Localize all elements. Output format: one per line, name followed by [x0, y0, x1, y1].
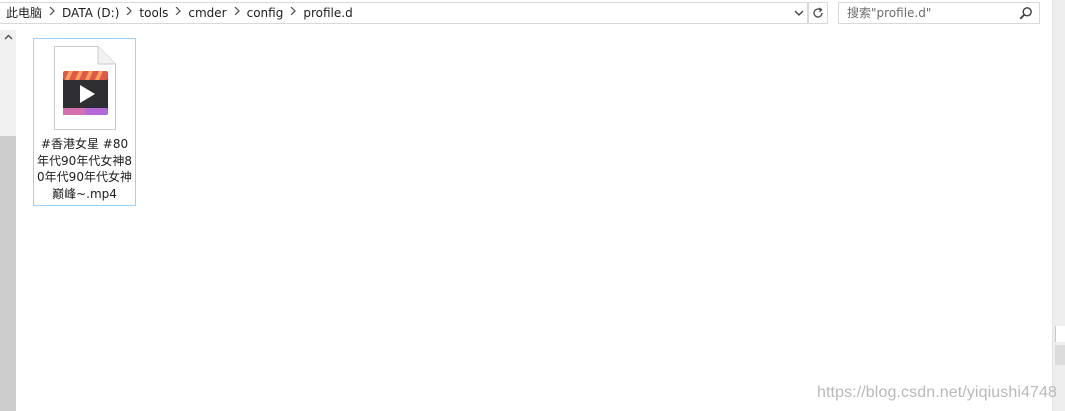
breadcrumb-item-cmder[interactable]: cmder [185, 3, 229, 23]
scrollbar-track[interactable] [0, 136, 16, 411]
scroll-up-button[interactable] [0, 30, 16, 50]
breadcrumb-item-tools[interactable]: tools [136, 3, 171, 23]
breadcrumb-item-profile-d[interactable]: profile.d [300, 3, 355, 23]
file-item[interactable]: #香港女星 #80年代90年代女神80年代90年代女神巅峰~.mp4 [33, 38, 136, 206]
breadcrumb-item-data-drive[interactable]: DATA (D:) [59, 3, 122, 23]
chevron-down-icon [794, 10, 804, 16]
file-name[interactable]: #香港女星 #80年代90年代女神80年代90年代女神巅峰~.mp4 [37, 136, 132, 202]
address-bar[interactable]: 此电脑 DATA (D:) tools cmder config profile… [0, 2, 808, 24]
refresh-button[interactable] [808, 2, 828, 24]
search-box[interactable] [838, 2, 1040, 24]
window-right-edge [1052, 0, 1065, 411]
edge-marker [1055, 345, 1065, 365]
address-toolbar: 此电脑 DATA (D:) tools cmder config profile… [0, 0, 1052, 26]
breadcrumb-item-this-pc[interactable]: 此电脑 [0, 3, 45, 23]
search-icon[interactable] [1019, 6, 1033, 20]
nav-pane-scrollbar[interactable] [0, 30, 16, 411]
chevron-up-icon [4, 34, 12, 40]
scrollbar-thumb[interactable] [1, 50, 15, 136]
chevron-right-icon[interactable] [122, 3, 136, 23]
video-file-icon [52, 44, 118, 132]
chevron-right-icon[interactable] [171, 3, 185, 23]
file-list-view[interactable]: #香港女星 #80年代90年代女神80年代90年代女神巅峰~.mp4 [16, 26, 1052, 411]
chevron-right-icon[interactable] [230, 3, 244, 23]
search-input[interactable] [839, 4, 1017, 22]
breadcrumb-item-config[interactable]: config [244, 3, 287, 23]
refresh-icon [813, 7, 823, 18]
chevron-right-icon[interactable] [45, 3, 59, 23]
watermark-text: https://blog.csdn.net/yiqiushi4748 [816, 384, 1057, 401]
edge-marker [1055, 326, 1065, 342]
address-history-dropdown[interactable] [792, 3, 806, 23]
chevron-right-icon[interactable] [286, 3, 300, 23]
